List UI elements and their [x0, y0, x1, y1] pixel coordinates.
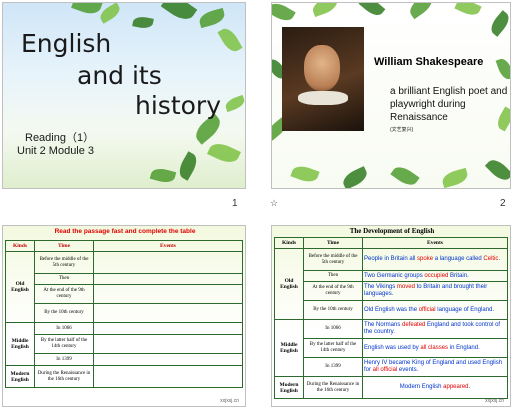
leaf-decoration [71, 3, 103, 18]
leaf-decoration [132, 15, 154, 30]
slide-number: 1 [232, 198, 238, 209]
slide-thumbnail-2[interactable]: William Shakespeare a brilliant English … [271, 2, 511, 189]
slide-title-line-1: English [21, 29, 112, 58]
leaf-decoration [406, 3, 436, 20]
history-table: Kinds Time Events Old English Before the… [274, 237, 508, 399]
kind-cell: Middle English [274, 319, 304, 377]
column-header-time: Time [303, 237, 363, 249]
event-cell [93, 365, 243, 388]
column-header-kinds: Kinds [5, 240, 35, 252]
time-cell: During the Renaissance in the 16th centu… [303, 376, 363, 399]
leaf-decoration [207, 139, 241, 167]
event-cell [93, 284, 243, 304]
event-cell [93, 251, 243, 274]
column-header-events: Events [362, 237, 508, 249]
reading-label: Reading（1） [25, 132, 95, 144]
event-cell [93, 353, 243, 366]
slide-thumbnail-3[interactable]: Read the passage fast and complete the t… [2, 225, 246, 407]
time-cell: By the latter half of the 14th century [34, 334, 94, 354]
unit-label: Unit 2 Module 3 [17, 145, 95, 157]
time-cell: During the Renaissance in the 16th centu… [34, 365, 94, 388]
slide-title-line-3: history [135, 91, 221, 120]
leaf-decoration [290, 162, 320, 186]
event-cell [93, 334, 243, 354]
kind-cell: Middle English [5, 322, 35, 366]
event-cell [93, 322, 243, 335]
event-cell: English was used by all classes in Engla… [362, 338, 508, 358]
time-cell: At the end of the 9th century [303, 281, 363, 301]
time-cell: At the end of the 9th century [34, 284, 94, 304]
event-cell [93, 273, 243, 285]
time-cell: In 1066 [34, 322, 94, 335]
renaissance-note: (文艺复兴) [390, 127, 414, 133]
slide-thumbnail-4[interactable]: The Development of English Kinds Time Ev… [271, 225, 511, 407]
leaf-decoration [454, 3, 482, 19]
slide-transition-icon: ☆ [270, 198, 279, 208]
event-cell: Old English was the official language of… [362, 300, 508, 320]
kind-cell: Old English [5, 251, 35, 323]
time-cell: Then [34, 273, 94, 285]
leaf-decoration [340, 166, 370, 188]
slide-title-line-2: and its [77, 61, 162, 90]
time-cell: In 1399 [303, 357, 363, 377]
kind-cell: Modern English [274, 376, 304, 399]
slide-thumbnail-1[interactable]: English and its history Reading（1） Unit … [2, 2, 246, 189]
event-cell: People in Britain all spoke a language c… [362, 248, 508, 271]
kind-cell: Old English [274, 248, 304, 320]
time-cell: In 1399 [34, 353, 94, 366]
leaf-decoration [175, 151, 201, 181]
time-cell: By the 10th century [34, 303, 94, 323]
watermark: xxjxsj.cn [220, 398, 239, 404]
time-cell: In 1066 [303, 319, 363, 339]
table-instruction: Read the passage fast and complete the t… [54, 228, 196, 235]
event-cell: Two Germanic groups occupied Britain. [362, 270, 508, 282]
event-cell: Modern English appeared. [362, 376, 508, 399]
leaf-decoration [217, 25, 243, 55]
table-title: The Development of English [349, 227, 435, 235]
time-cell: Then [303, 270, 363, 282]
watermark: xxjxsj.cn [485, 398, 504, 404]
leaf-decoration [272, 3, 296, 25]
leaf-decoration [310, 3, 340, 18]
leaf-decoration [223, 94, 245, 113]
time-cell: Before the middle of the 5th century [303, 248, 363, 271]
column-header-time: Time [34, 240, 94, 252]
time-cell: By the 10th century [303, 300, 363, 320]
leaf-decoration [484, 155, 510, 185]
column-header-events: Events [93, 240, 243, 252]
event-cell: Henry IV became King of England and used… [362, 357, 508, 377]
shakespeare-name: William Shakespeare [374, 56, 484, 68]
event-cell: The Normans defeated England and took co… [362, 319, 508, 339]
leaf-decoration [440, 167, 470, 188]
kind-cell: Modern English [5, 365, 35, 388]
time-cell: By the latter half of the 14th century [303, 338, 363, 358]
column-header-kinds: Kinds [274, 237, 304, 249]
slide-number: 2 [500, 198, 506, 209]
time-cell: Before the middle of the 5th century [34, 251, 94, 274]
leaf-decoration [197, 7, 227, 29]
leaf-decoration [495, 56, 510, 82]
shakespeare-description: a brilliant English poet and playwright … [390, 86, 508, 123]
event-cell: The Vikings moved to Britain and brought… [362, 281, 508, 301]
leaf-decoration [149, 166, 177, 185]
event-cell [93, 303, 243, 323]
leaf-decoration [487, 10, 510, 37]
shakespeare-portrait [282, 27, 364, 131]
leaf-decoration [160, 3, 198, 25]
leaf-decoration [390, 162, 420, 188]
history-table: Kinds Time Events Old English Before the… [5, 240, 243, 388]
leaf-decoration [358, 3, 386, 20]
